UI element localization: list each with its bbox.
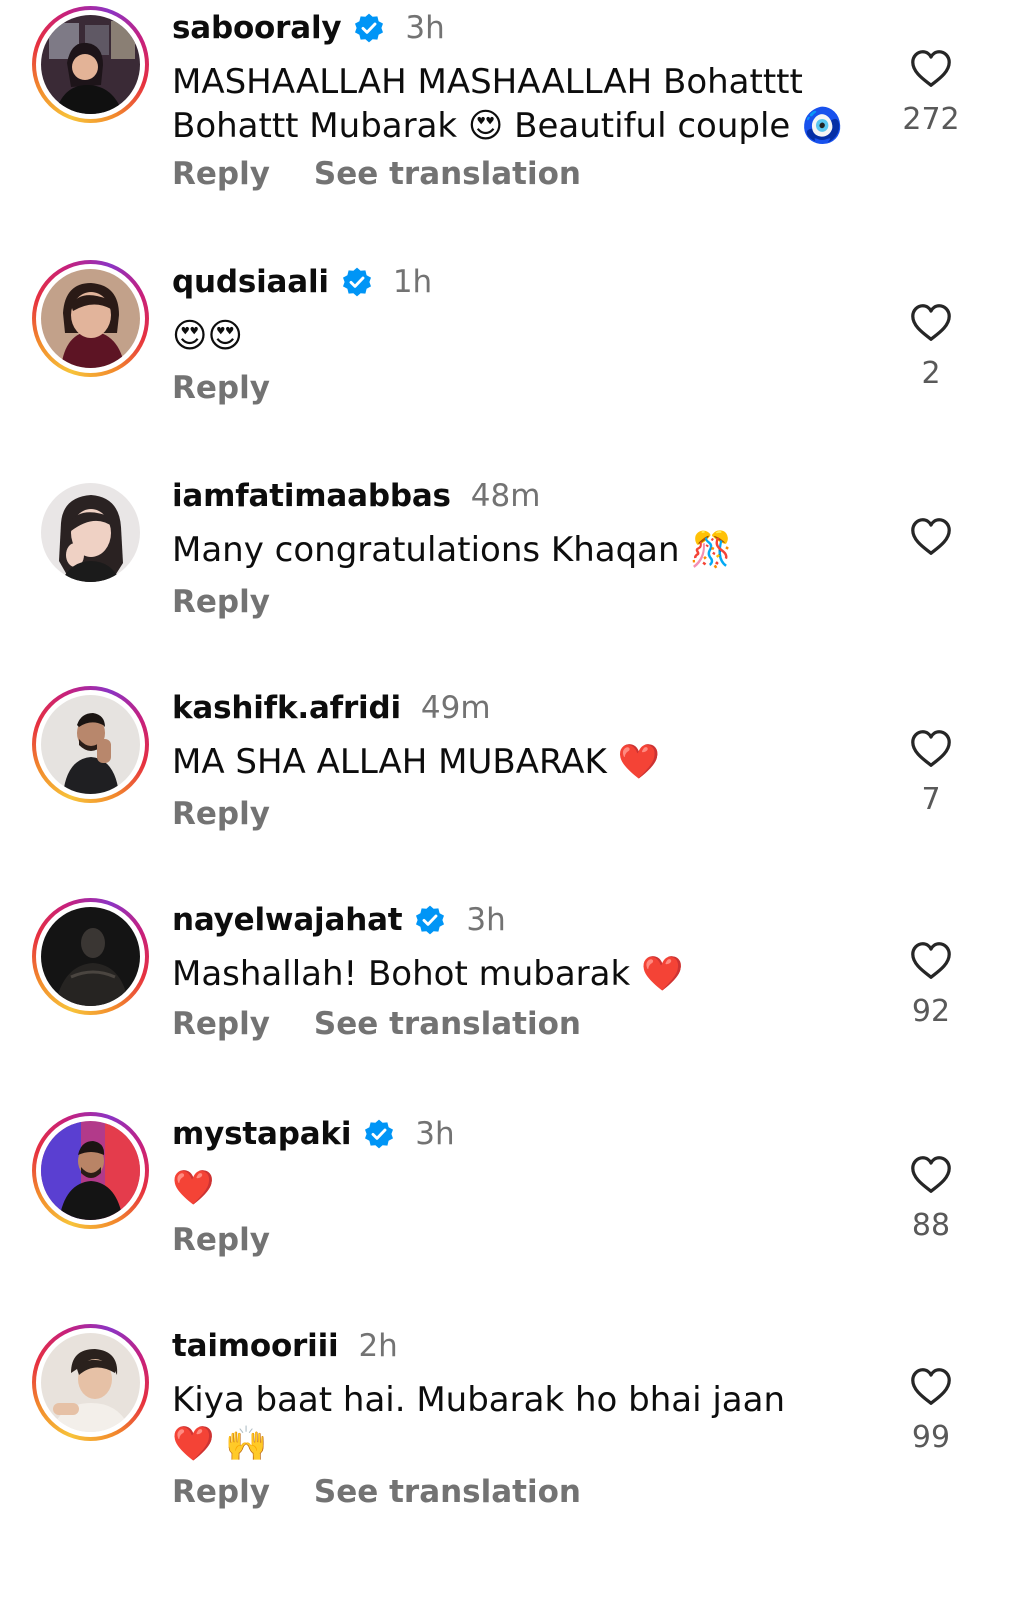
comment-header: qudsiaali 1h	[172, 260, 432, 304]
verified-badge-icon	[355, 13, 384, 43]
comment-header: nayelwajahat 3h	[172, 898, 506, 942]
comment-text: ❤️	[172, 1168, 215, 1208]
comment-text: Kiya baat hai. Mubarak ho bhai jaan ❤️ 🙌	[172, 1380, 785, 1464]
comment-actions: Reply	[172, 796, 270, 832]
comment-actions: Reply	[172, 370, 270, 406]
avatar[interactable]	[32, 474, 149, 591]
avatar[interactable]	[32, 898, 149, 1015]
username[interactable]: qudsiaali	[172, 264, 329, 300]
username[interactable]: sabooraly	[172, 10, 342, 46]
avatar[interactable]	[32, 6, 149, 123]
see-translation-button[interactable]: See translation	[314, 1006, 581, 1042]
reply-button[interactable]: Reply	[172, 1474, 270, 1510]
avatar[interactable]	[32, 686, 149, 803]
username[interactable]: taimooriii	[172, 1328, 339, 1364]
username[interactable]: iamfatimaabbas	[172, 478, 451, 514]
timestamp: 1h	[392, 264, 433, 300]
comment-text: Many congratulations Khaqan 🎊	[172, 530, 733, 570]
heart-outline-icon[interactable]	[908, 300, 954, 346]
reply-button[interactable]: Reply	[172, 1006, 270, 1042]
comment-item: qudsiaali 1h 😍😍 Reply 2	[0, 260, 1024, 460]
reply-button[interactable]: Reply	[172, 1222, 270, 1258]
comment-item: kashifk.afridi 49m MA SHA ALLAH MUBARAK …	[0, 686, 1024, 886]
comment-text: Mashallah! Bohot mubarak ❤️	[172, 954, 684, 994]
heart-outline-icon[interactable]	[908, 938, 954, 984]
timestamp: 3h	[415, 1116, 455, 1152]
timestamp: 48m	[470, 478, 541, 514]
avatar[interactable]	[32, 1324, 149, 1441]
like-count: 88	[911, 1208, 951, 1243]
reply-button[interactable]: Reply	[172, 156, 270, 192]
timestamp: 49m	[420, 690, 491, 726]
verified-badge-icon	[342, 267, 371, 297]
reply-button[interactable]: Reply	[172, 370, 270, 406]
comment-header: sabooraly 3h	[172, 6, 445, 50]
avatar[interactable]	[32, 260, 149, 377]
comment-text: 😍😍	[172, 316, 243, 356]
comment-header: taimooriii 2h	[172, 1324, 398, 1368]
like-count: 272	[902, 102, 960, 137]
comment-actions: Reply	[172, 584, 270, 620]
timestamp: 3h	[466, 902, 506, 938]
reply-button[interactable]: Reply	[172, 584, 270, 620]
comment-header: iamfatimaabbas 48m	[172, 474, 540, 518]
comment-item: nayelwajahat 3h Mashallah! Bohot mubarak…	[0, 898, 1024, 1098]
timestamp: 3h	[405, 10, 445, 46]
comment-item: taimooriii 2h Kiya baat hai. Mubarak ho …	[0, 1324, 1024, 1584]
comment-text: MASHAALLAH MASHAALLAH Bohatttt Bohattt M…	[172, 62, 844, 146]
timestamp: 2h	[358, 1328, 398, 1364]
heart-outline-icon[interactable]	[908, 514, 954, 560]
comment-item: mystapaki 3h ❤️ Reply 88	[0, 1112, 1024, 1312]
comment-header: mystapaki 3h	[172, 1112, 455, 1156]
reply-button[interactable]: Reply	[172, 796, 270, 832]
see-translation-button[interactable]: See translation	[314, 156, 581, 192]
like-count: 99	[911, 1420, 951, 1455]
heart-outline-icon[interactable]	[908, 726, 954, 772]
like-count: 2	[921, 356, 941, 391]
comment-item: sabooraly 3h MASHAALLAH MASHAALLAH Bohat…	[0, 6, 1024, 206]
heart-outline-icon[interactable]	[908, 1152, 954, 1198]
verified-badge-icon	[365, 1119, 394, 1149]
username[interactable]: mystapaki	[172, 1116, 351, 1152]
username[interactable]: nayelwajahat	[172, 902, 403, 938]
like-count: 7	[921, 782, 941, 817]
like-count: 92	[911, 994, 951, 1029]
comment-actions: Reply See translation	[172, 156, 581, 192]
comment-header: kashifk.afridi 49m	[172, 686, 491, 730]
comment-text: MA SHA ALLAH MUBARAK ❤️	[172, 742, 660, 782]
username[interactable]: kashifk.afridi	[172, 690, 401, 726]
avatar[interactable]	[32, 1112, 149, 1229]
heart-outline-icon[interactable]	[908, 46, 954, 92]
verified-badge-icon	[416, 905, 445, 935]
comment-actions: Reply See translation	[172, 1474, 581, 1510]
heart-outline-icon[interactable]	[908, 1364, 954, 1410]
comment-actions: Reply	[172, 1222, 270, 1258]
comment-item: iamfatimaabbas 48m Many congratulations …	[0, 474, 1024, 674]
see-translation-button[interactable]: See translation	[314, 1474, 581, 1510]
comment-actions: Reply See translation	[172, 1006, 581, 1042]
